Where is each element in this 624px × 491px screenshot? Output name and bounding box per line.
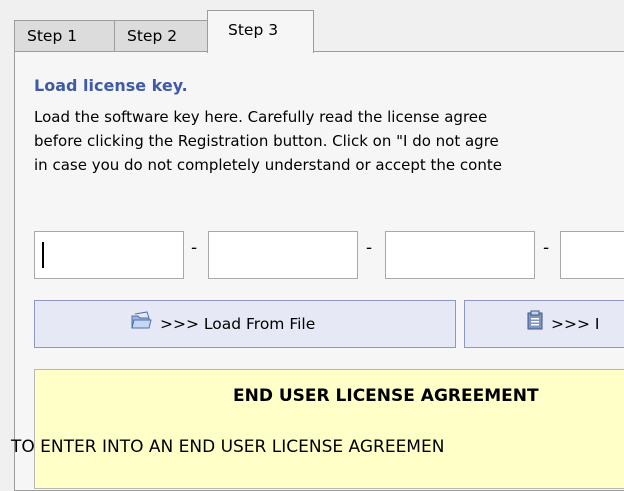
load-from-clipboard-label: >>> I — [551, 315, 600, 333]
tab-step-2[interactable]: Step 2 — [115, 20, 208, 51]
key-separator: - — [191, 238, 198, 258]
license-key-field-3[interactable] — [385, 231, 535, 279]
tab-step-3[interactable]: Step 3 — [207, 10, 314, 53]
load-from-clipboard-button[interactable]: >>> I — [464, 300, 624, 348]
agreement-text: TO ENTER INTO AN END USER LICENSE AGREEM… — [11, 437, 445, 457]
license-key-field-1[interactable] — [34, 231, 184, 279]
license-agreement-box[interactable]: END USER LICENSE AGREEMENT TO ENTER INTO… — [11, 369, 624, 489]
section-heading: Load license key. — [34, 76, 188, 95]
text-caret — [42, 242, 44, 268]
description-line-3: in case you do not completely understand… — [34, 156, 502, 174]
load-from-file-button[interactable]: >>> Load From File — [34, 300, 456, 348]
load-from-file-label: >>> Load From File — [160, 315, 316, 333]
description-line-1: Load the software key here. Carefully re… — [34, 108, 488, 126]
clipboard-icon — [527, 302, 543, 348]
agreement-title: END USER LICENSE AGREEMENT — [233, 386, 539, 406]
key-separator: - — [366, 238, 373, 258]
license-key-field-4[interactable] — [560, 231, 624, 279]
folder-icon — [130, 302, 152, 348]
tab-step-1[interactable]: Step 1 — [14, 20, 115, 51]
key-separator: - — [543, 238, 550, 258]
description-line-2: before clicking the Registration button.… — [34, 132, 499, 150]
license-key-field-2[interactable] — [208, 231, 358, 279]
tab-bar: Step 1 Step 2 Step 3 — [0, 0, 624, 53]
